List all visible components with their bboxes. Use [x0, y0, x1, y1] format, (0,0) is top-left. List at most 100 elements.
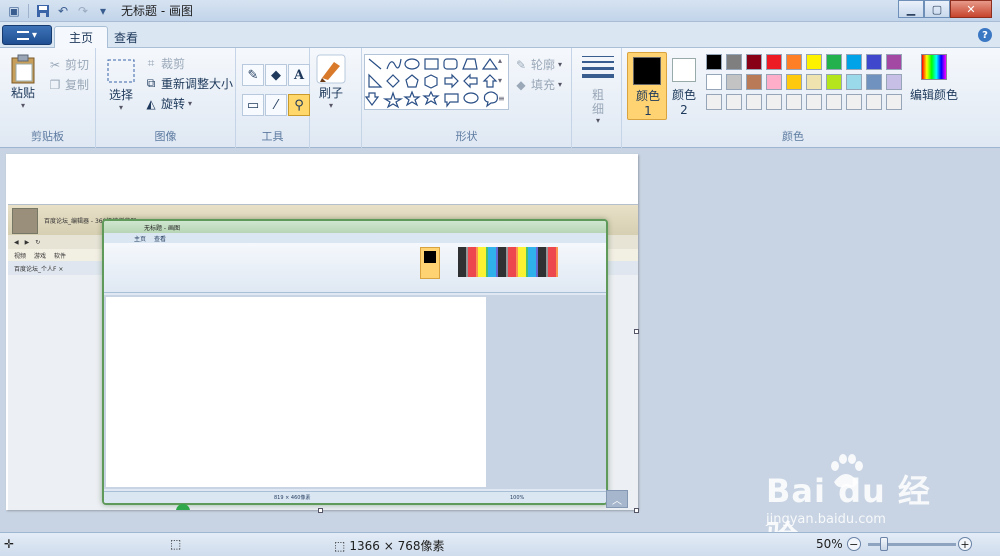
copy-button[interactable]: ❐ 复制: [48, 76, 89, 93]
palette-swatch[interactable]: [806, 94, 822, 110]
resize-button[interactable]: ⧉ 重新调整大小: [144, 75, 233, 92]
edit-colors-icon: [921, 54, 947, 80]
palette-swatch[interactable]: [846, 94, 862, 110]
zoom-slider-thumb[interactable]: [880, 537, 888, 551]
palette-swatch[interactable]: [886, 74, 902, 90]
palette-swatch[interactable]: [866, 54, 882, 70]
inner-paint-title: 无标题 - 画图: [104, 221, 606, 233]
scroll-up-icon[interactable]: ︿: [606, 490, 628, 508]
shapes-scroll-up-icon[interactable]: ▴: [498, 56, 502, 65]
shapes-gallery-icons: [364, 57, 499, 109]
palette-swatch[interactable]: [726, 74, 742, 90]
save-icon[interactable]: [35, 3, 51, 19]
select-dropdown-icon: ▾: [118, 103, 123, 112]
palette-swatch[interactable]: [746, 54, 762, 70]
crop-button[interactable]: ⌗ 裁剪: [144, 55, 185, 72]
palette-swatch[interactable]: [826, 94, 842, 110]
browser-tab: 百度论坛_个人F ×: [14, 265, 64, 273]
fill-button[interactable]: ◆ 填充 ▾: [514, 76, 562, 93]
zoom-out-button[interactable]: −: [846, 537, 861, 551]
inner-statusbar: 819 × 460像素 100%: [104, 491, 606, 503]
palette-swatch[interactable]: [706, 94, 722, 110]
minimize-button[interactable]: ▁: [898, 0, 924, 18]
browser-refresh-icon: ↻: [35, 238, 41, 246]
watermark-url: jingyan.baidu.com: [766, 512, 886, 527]
zoom-in-button[interactable]: +: [958, 537, 972, 551]
fill-icon: ◆: [516, 77, 526, 92]
palette-swatch[interactable]: [806, 54, 822, 70]
cut-button[interactable]: ✂ 剪切: [48, 56, 89, 73]
window-controls: ▁ ▢ ✕: [898, 0, 992, 18]
inner-canvas-area: [104, 295, 606, 489]
redo-icon[interactable]: ↷: [75, 3, 91, 19]
palette-swatch[interactable]: [786, 54, 802, 70]
palette-swatch[interactable]: [866, 94, 882, 110]
image-dimensions: ⬚ 1366 × 768像素: [334, 537, 444, 554]
size-button[interactable]: 粗细 ▾: [582, 56, 614, 125]
select-button[interactable]: 选择 ▾: [106, 56, 136, 112]
color2-swatch: [672, 58, 696, 82]
select-label: 选择: [108, 88, 133, 102]
outline-button[interactable]: ✎ 轮廓 ▾: [514, 56, 562, 73]
shapes-group-label: 形状: [455, 130, 478, 143]
palette-swatch[interactable]: [846, 74, 862, 90]
close-button[interactable]: ✕: [950, 0, 992, 18]
undo-icon[interactable]: ↶: [55, 3, 71, 19]
application-menu-button[interactable]: ▾: [2, 25, 52, 45]
brushes-button[interactable]: 刷子 ▾: [316, 54, 346, 110]
palette-swatch[interactable]: [706, 74, 722, 90]
scissors-icon: ✂: [49, 57, 61, 72]
paint-app-icon[interactable]: ▣: [6, 3, 22, 19]
palette-swatch[interactable]: [806, 74, 822, 90]
palette-swatch[interactable]: [766, 94, 782, 110]
palette-swatch[interactable]: [786, 94, 802, 110]
color-palette: [706, 54, 902, 110]
inner-tab-home: 主页: [134, 235, 147, 243]
palette-swatch[interactable]: [826, 54, 842, 70]
quick-access-toolbar: ▣ ↶ ↷ ▾: [0, 3, 111, 19]
palette-swatch[interactable]: [886, 54, 902, 70]
color1-button[interactable]: 颜色 1: [627, 52, 667, 120]
shapes-more-icon[interactable]: ≡: [498, 94, 505, 103]
palette-swatch[interactable]: [746, 94, 762, 110]
outline-dropdown-icon: ▾: [558, 60, 563, 69]
rotate-dropdown-icon: ▾: [188, 99, 193, 108]
brushes-group: 刷子 ▾: [310, 48, 362, 148]
maximize-button[interactable]: ▢: [924, 0, 950, 18]
palette-swatch[interactable]: [786, 74, 802, 90]
shapes-gallery: [364, 54, 509, 110]
paste-button[interactable]: 粘贴 ▾: [8, 54, 38, 110]
tab-view[interactable]: 查看: [100, 26, 152, 48]
canvas-resize-handle-bottom[interactable]: [318, 508, 323, 513]
shapes-scroll-down-icon[interactable]: ▾: [498, 76, 502, 85]
crosshair-icon: ✛: [4, 537, 15, 551]
palette-swatch[interactable]: [766, 54, 782, 70]
clipboard-group: 粘贴 ▾ ✂ 剪切 ❐ 复制 剪贴板: [0, 48, 96, 148]
canvas-resize-handle-corner[interactable]: [634, 508, 639, 513]
palette-swatch[interactable]: [706, 54, 722, 70]
eraser-icon[interactable]: ▭: [242, 94, 264, 116]
palette-swatch[interactable]: [846, 54, 862, 70]
fill-bucket-icon[interactable]: ◆: [265, 64, 287, 86]
help-icon[interactable]: ?: [978, 28, 992, 42]
palette-swatch[interactable]: [826, 74, 842, 90]
text-tool-icon[interactable]: A: [288, 64, 310, 86]
edit-colors-button[interactable]: 编辑颜色: [906, 54, 962, 103]
rotate-label: 旋转: [161, 97, 186, 111]
customize-qat-icon[interactable]: ▾: [95, 3, 111, 19]
color-picker-icon[interactable]: ⁄: [265, 94, 287, 116]
palette-swatch[interactable]: [726, 54, 742, 70]
palette-swatch[interactable]: [746, 74, 762, 90]
rotate-button[interactable]: ◭ 旋转 ▾: [144, 95, 192, 112]
tools-group: ✎ ◆ A ▭ ⁄ ⚲ 工具: [236, 48, 310, 148]
palette-swatch[interactable]: [766, 74, 782, 90]
palette-swatch[interactable]: [866, 74, 882, 90]
baidu-watermark: Bai du 经验 jingyan.baidu.com: [766, 452, 956, 556]
palette-swatch[interactable]: [726, 94, 742, 110]
bookmark-item: 视频: [14, 252, 27, 260]
magnifier-icon[interactable]: ⚲: [288, 94, 310, 116]
palette-swatch[interactable]: [886, 94, 902, 110]
canvas-resize-handle-right[interactable]: [634, 329, 639, 334]
drawing-canvas[interactable]: 百度论坛_编辑器 - 360极速浏览器 ◀ ▶ ↻ 视频 游戏 软件 百度论坛_…: [6, 154, 638, 510]
pencil-icon[interactable]: ✎: [242, 64, 264, 86]
